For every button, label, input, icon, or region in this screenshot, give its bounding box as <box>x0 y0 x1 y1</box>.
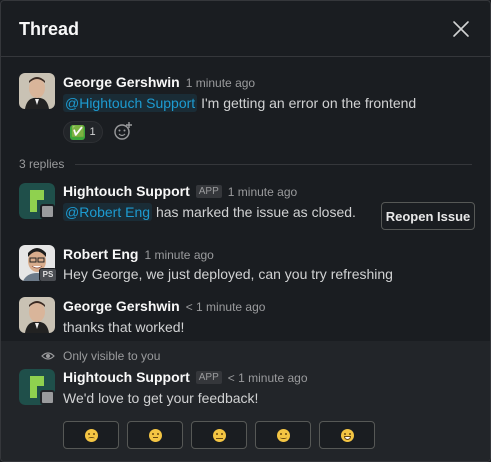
message-body: @Hightouch Support I'm getting an error … <box>63 94 417 112</box>
check-mark-emoji-icon: ✅ <box>70 124 86 140</box>
sender-name[interactable]: Robert Eng <box>63 246 138 262</box>
sender-name[interactable]: Hightouch Support <box>63 369 190 385</box>
reaction-chip[interactable]: ✅ 1 <box>63 121 103 143</box>
app-badge: APP <box>195 185 222 198</box>
message-sender[interactable]: Hightouch Support APP 1 minute ago <box>63 183 297 199</box>
slightly-smiling-face-icon <box>276 428 290 442</box>
sender-name[interactable]: George Gershwin <box>63 298 180 314</box>
message-timestamp[interactable]: < 1 minute ago <box>186 300 266 314</box>
neutral-face-icon <box>212 428 226 442</box>
feedback-button-very-dissatisfied[interactable] <box>63 421 119 449</box>
message-text: has marked the issue as closed. <box>155 204 356 220</box>
message-sender[interactable]: George Gershwin 1 minute ago <box>63 74 255 90</box>
message-sender[interactable]: Robert Eng 1 minute ago <box>63 246 214 262</box>
eye-icon <box>41 349 55 361</box>
thread-header: Thread <box>1 1 490 57</box>
close-icon[interactable] <box>450 18 472 40</box>
app-status-icon <box>40 204 55 219</box>
reopen-issue-button[interactable]: Reopen Issue <box>381 202 475 230</box>
replies-count: 3 replies <box>19 157 65 171</box>
only-visible-label: Only visible to you <box>63 349 161 363</box>
add-reaction-icon[interactable] <box>111 120 135 142</box>
thread-title: Thread <box>19 19 80 39</box>
user-mention[interactable]: @Hightouch Support <box>63 94 198 112</box>
feedback-button-slightly-dissatisfied[interactable] <box>127 421 183 449</box>
feedback-button-satisfied[interactable] <box>255 421 311 449</box>
message-text: thanks that worked! <box>63 319 185 335</box>
avatar-george[interactable] <box>19 297 55 333</box>
message-body: @Robert Eng has marked the issue as clos… <box>63 203 356 221</box>
sad-face-icon <box>84 428 98 442</box>
message-sender[interactable]: Hightouch Support APP < 1 minute ago <box>63 369 308 385</box>
feedback-button-neutral[interactable] <box>191 421 247 449</box>
replies-divider: 3 replies <box>19 157 472 171</box>
message-text: Hey George, we just deployed, can you tr… <box>63 266 393 282</box>
message-timestamp[interactable]: 1 minute ago <box>186 76 255 90</box>
message-timestamp[interactable]: 1 minute ago <box>228 185 297 199</box>
user-mention[interactable]: @Robert Eng <box>63 203 153 221</box>
avatar-george[interactable] <box>19 73 55 109</box>
sender-name[interactable]: George Gershwin <box>63 74 180 90</box>
feedback-button-very-satisfied[interactable] <box>319 421 375 449</box>
message-sender[interactable]: George Gershwin < 1 minute ago <box>63 298 265 314</box>
app-status-icon <box>40 390 55 405</box>
divider-line <box>75 164 472 165</box>
app-badge: APP <box>195 371 222 384</box>
thread-panel: Thread George Gershwin 1 minute ago @High… <box>0 0 491 462</box>
slightly-frowning-face-icon <box>148 428 162 442</box>
message-timestamp[interactable]: 1 minute ago <box>144 248 213 262</box>
message-text: We'd love to get your feedback! <box>63 390 259 406</box>
reaction-count: 1 <box>89 126 96 138</box>
sender-name[interactable]: Hightouch Support <box>63 183 190 199</box>
ps-badge: PS <box>39 268 57 282</box>
grinning-face-icon <box>340 428 354 442</box>
message-text: I'm getting an error on the frontend <box>201 95 417 111</box>
message-timestamp[interactable]: < 1 minute ago <box>228 371 308 385</box>
